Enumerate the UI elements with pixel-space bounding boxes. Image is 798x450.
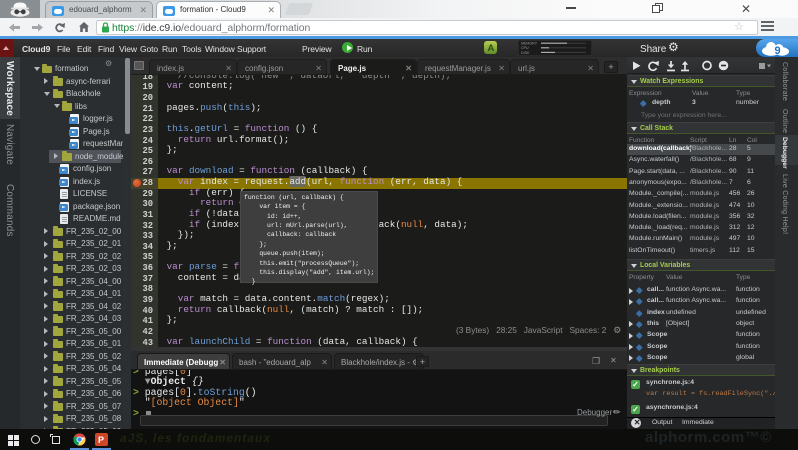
svg-text:CPU: CPU <box>521 46 529 50</box>
svg-text:DISK: DISK <box>521 51 530 55</box>
svg-text:9: 9 <box>775 45 781 56</box>
svg-text:MEMORY: MEMORY <box>521 42 538 46</box>
